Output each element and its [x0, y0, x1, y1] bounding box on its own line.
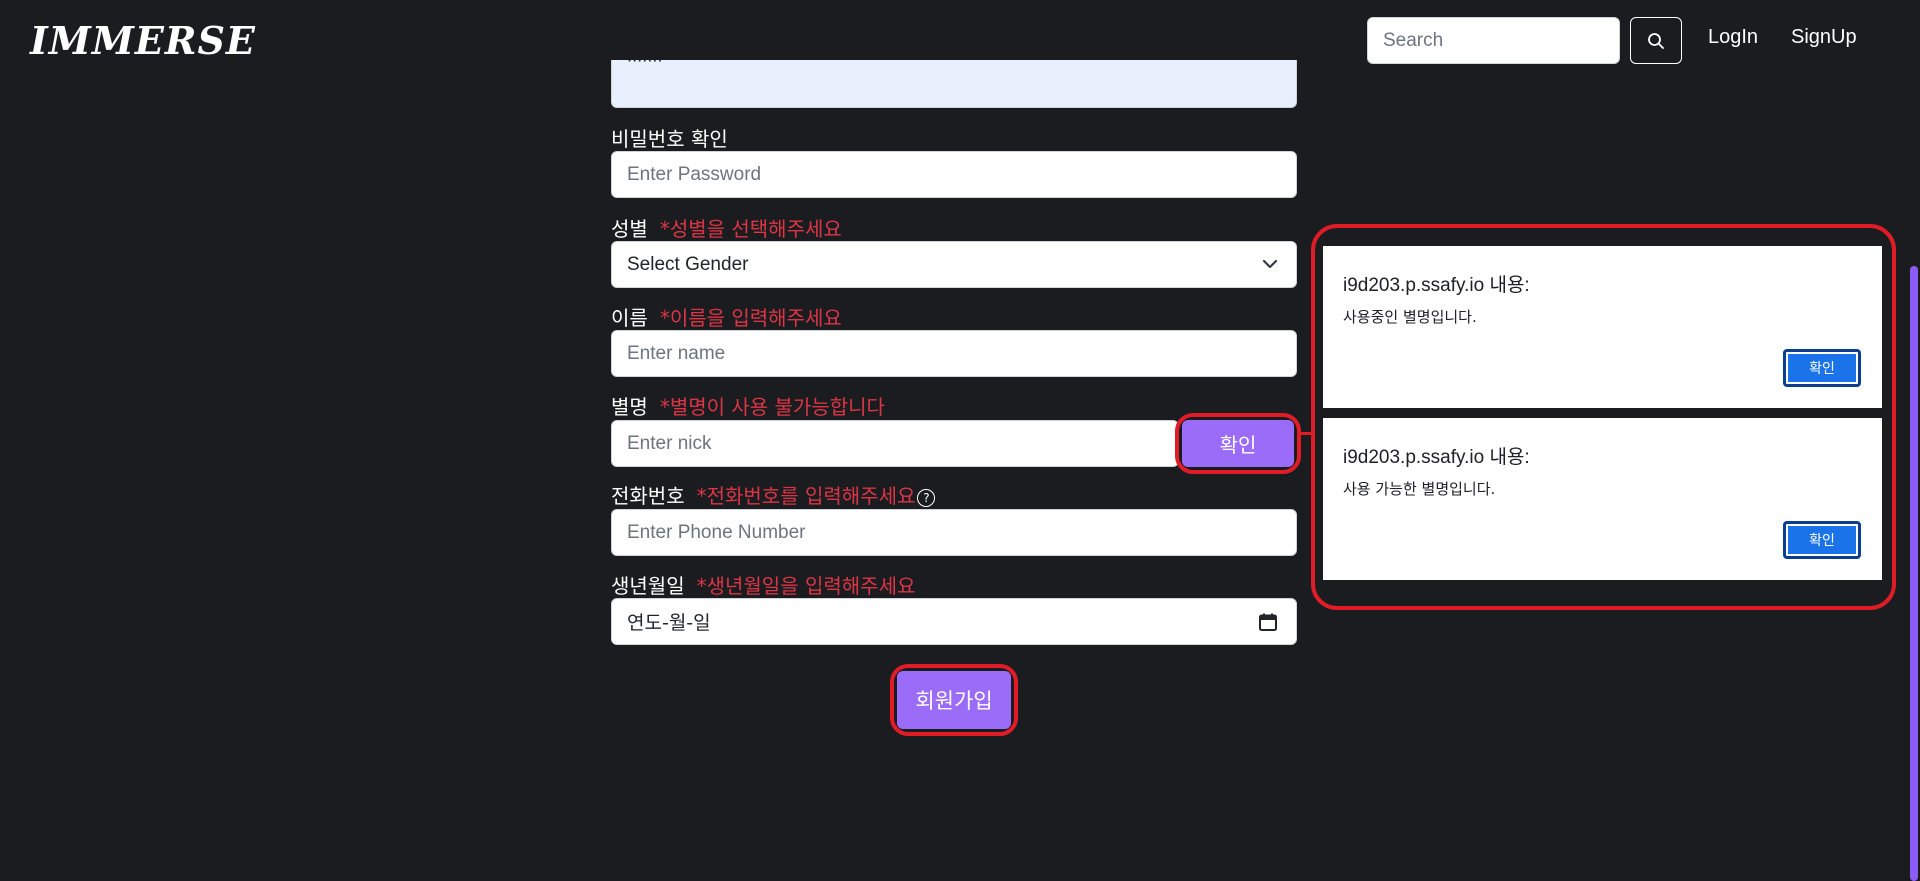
- password-field[interactable]: ·······: [611, 60, 1297, 108]
- phone-label: 전화번호 *전화번호를 입력해주세요?: [611, 480, 936, 509]
- scrollbar-thumb[interactable]: [1910, 266, 1918, 881]
- search-button[interactable]: [1630, 17, 1682, 64]
- login-link[interactable]: LogIn: [1708, 26, 1758, 49]
- nick-input[interactable]: [611, 420, 1179, 467]
- dialog-ok-button[interactable]: 확인: [1783, 349, 1861, 387]
- dialog-message: 사용중인 별명입니다.: [1343, 308, 1477, 326]
- gender-warning: *성별을 선택해주세요: [659, 217, 842, 241]
- birth-warning: *생년월일을 입력해주세요: [696, 574, 916, 598]
- gender-selected-value: Select Gender: [627, 253, 749, 275]
- search-icon: [1648, 32, 1664, 49]
- name-label: 이름 *이름을 입력해주세요: [611, 306, 842, 330]
- chevron-down-icon: [1262, 259, 1278, 269]
- alert-dialog-nick-available: i9d203.p.ssafy.io 내용: 사용 가능한 별명입니다. 확인: [1323, 418, 1882, 580]
- phone-input[interactable]: [611, 509, 1297, 556]
- dialog-title: i9d203.p.ssafy.io 내용:: [1343, 275, 1530, 296]
- dialog-message: 사용 가능한 별명입니다.: [1343, 480, 1496, 498]
- alert-dialog-nick-in-use: i9d203.p.ssafy.io 내용: 사용중인 별명입니다. 확인: [1323, 246, 1882, 408]
- nick-check-button[interactable]: 확인: [1182, 420, 1294, 467]
- gender-select[interactable]: Select Gender: [611, 241, 1297, 288]
- name-warning: *이름을 입력해주세요: [659, 306, 842, 330]
- birth-label: 생년월일 *생년월일을 입력해주세요: [611, 574, 916, 598]
- phone-warning: *전화번호를 입력해주세요: [696, 484, 916, 508]
- gender-label: 성별 *성별을 선택해주세요: [611, 217, 842, 241]
- password-confirm-label: 비밀번호 확인: [611, 127, 728, 151]
- nick-warning: *별명이 사용 불가능합니다: [659, 395, 885, 419]
- name-input[interactable]: [611, 330, 1297, 377]
- calendar-icon[interactable]: [1258, 612, 1278, 632]
- help-icon[interactable]: ?: [917, 488, 936, 507]
- password-masked-value: ·······: [627, 60, 663, 70]
- signup-link[interactable]: SignUp: [1791, 26, 1857, 49]
- dialog-title: i9d203.p.ssafy.io 내용:: [1343, 447, 1530, 468]
- highlight-connector-line: [1297, 432, 1311, 435]
- signup-submit-button[interactable]: 회원가입: [897, 671, 1011, 729]
- dialog-ok-button[interactable]: 확인: [1783, 521, 1861, 559]
- site-logo[interactable]: IMMERSE: [30, 18, 256, 63]
- search-input[interactable]: [1367, 17, 1620, 64]
- birth-date-input[interactable]: 연도-월-일: [611, 598, 1297, 645]
- nick-label: 별명 *별명이 사용 불가능합니다: [611, 395, 885, 419]
- birth-date-value: 연도-월-일: [627, 612, 711, 634]
- password-confirm-input[interactable]: [611, 151, 1297, 198]
